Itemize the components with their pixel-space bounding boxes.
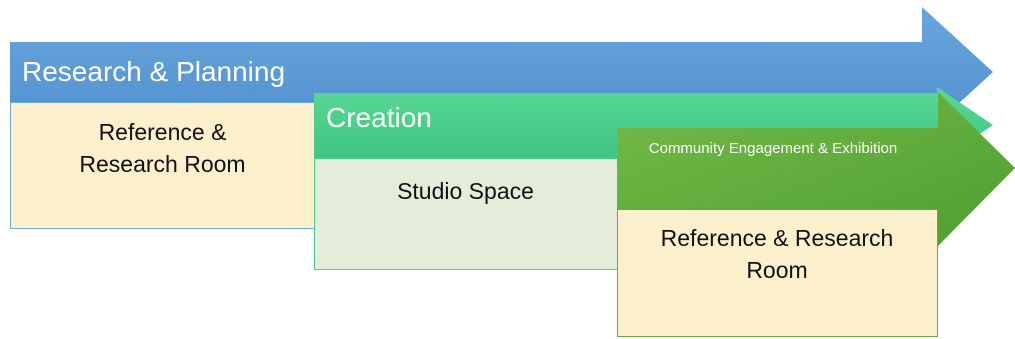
stage-3-box-text: Reference & Research Room [660, 225, 894, 283]
stage-3-title: Community Engagement & Exhibition [648, 140, 898, 157]
stage-2-box-text: Studio Space [397, 178, 534, 204]
stage-1-box-text: Reference & Research Room [79, 119, 246, 177]
stage-2-title: Creation [326, 102, 432, 133]
stage-1-title: Research & Planning [22, 56, 286, 87]
